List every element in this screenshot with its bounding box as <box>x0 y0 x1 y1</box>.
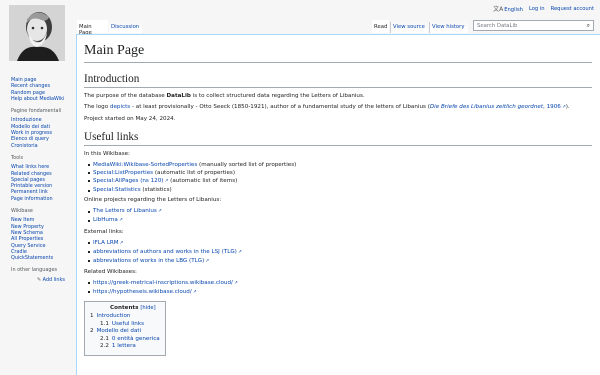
tab-view-history[interactable]: View history <box>430 20 468 33</box>
portrait-logo-icon <box>9 5 65 61</box>
list-item: https://hypotheseis.wikibase.cloud/↗ <box>88 288 600 297</box>
projects-list: The Letters of Libanius↗ LibHuma↗ <box>88 207 600 225</box>
section-heading-useful-links: Useful links <box>84 131 592 146</box>
toc-entry[interactable]: 2 Modello dei dati <box>90 328 160 336</box>
sidebar-item-help[interactable]: Help about MediaWiki <box>11 96 73 102</box>
sidebar-item-cronistoria[interactable]: Cronistoria <box>11 143 73 149</box>
site-logo[interactable] <box>9 5 65 61</box>
online-projects-label: Online projects regarding the Letters of… <box>84 197 222 204</box>
toc-title: Contents [hide] <box>110 305 156 312</box>
sidebar-navigation: Main page Recent changes Random page Hel… <box>11 77 73 102</box>
list-item: MediaWiki:Wikibase-SortedProperties (man… <box>88 161 600 169</box>
page-title: Main Page <box>84 43 592 63</box>
intro-paragraph-3: Project started on May 24, 2024. <box>84 116 176 122</box>
sidebar-item-quickstatements[interactable]: QuickStatements <box>11 255 73 261</box>
list-item: abbreviations of authors and works in th… <box>88 248 600 257</box>
pencil-icon: ✎ <box>37 276 42 283</box>
book-link[interactable]: Die Briefe des Libanius zeitlich geordne… <box>430 104 543 110</box>
add-links-button[interactable]: ✎ Add links <box>11 277 73 283</box>
related-wikibases-list: https://greek-metrical-inscriptions.wiki… <box>88 279 600 297</box>
toc-entry[interactable]: 1 Introduction <box>90 313 160 321</box>
list-item: abbreviations of works in the LBG (TLG)↗ <box>88 257 600 266</box>
list-item: Special:ListProperties (automatic list o… <box>88 169 600 177</box>
intro-paragraph-2: The logo depicts - at least provisionall… <box>84 104 570 110</box>
related-wikibases-label: Related Wikibases: <box>84 268 137 275</box>
toc-entry[interactable]: 1.1 Useful links <box>90 321 160 329</box>
toc-entry[interactable]: 2.2 1 lettera <box>90 343 160 351</box>
sidebar-heading-tools: Tools <box>11 154 24 161</box>
sidebar-wikibase: New Item New Property New Schema All Pro… <box>11 217 73 261</box>
sidebar-tools: What links here Related changes Special … <box>11 164 73 202</box>
search-input[interactable]: Search DataLib ⌕ <box>473 20 594 31</box>
external-links-label: External links: <box>84 228 124 235</box>
list-item: Special:AllPages (ns 120)↗ (automatic li… <box>88 177 600 186</box>
list-item: IFLA LRM↗ <box>88 239 600 248</box>
list-item: Special:Statistics (statistics) <box>88 186 600 194</box>
tab-discussion[interactable]: Discussion <box>109 20 142 33</box>
external-link-icon: ↗ <box>192 289 197 295</box>
sidebar: Main page Recent changes Random page Hel… <box>11 77 73 283</box>
main-content: Main Page Introduction The purpose of th… <box>76 34 600 375</box>
personal-tools: 文AEnglish Log in Request account <box>493 4 594 14</box>
external-links-list: IFLA LRM↗ abbreviations of authors and w… <box>88 239 600 266</box>
tab-read[interactable]: Read <box>372 20 389 33</box>
sidebar-heading-wikibase: Wikibase <box>11 208 33 215</box>
external-link-icon: ↗ <box>233 280 238 286</box>
tab-view-source[interactable]: View source <box>391 20 428 33</box>
list-item: The Letters of Libanius↗ <box>88 207 600 216</box>
external-link-icon: ↗ <box>205 258 210 264</box>
external-link-icon: ↗ <box>119 240 124 246</box>
toc-hide-toggle[interactable]: [hide] <box>140 305 155 311</box>
intro-paragraph-1: The purpose of the database DataLib is t… <box>84 93 365 99</box>
request-account-link[interactable]: Request account <box>551 6 594 12</box>
language-link[interactable]: 文AEnglish <box>493 4 523 13</box>
translate-icon: 文A <box>493 6 504 13</box>
sidebar-heading-pagine: Pagine fondamentali <box>11 108 62 115</box>
login-link[interactable]: Log in <box>529 6 545 12</box>
list-item: https://greek-metrical-inscriptions.wiki… <box>88 279 600 288</box>
sidebar-pagine: Introduzione Modello dei dati Work in pr… <box>11 117 73 148</box>
external-link-icon: ↗ <box>237 249 242 255</box>
toc-entry[interactable]: 2.1 0 entità generica <box>90 336 160 344</box>
table-of-contents: Contents [hide] 1 Introduction 1.1 Useful … <box>84 301 166 356</box>
depicts-link[interactable]: depicts <box>110 104 130 110</box>
wikibase-links-list: MediaWiki:Wikibase-SortedProperties (man… <box>88 161 600 194</box>
tab-main-page[interactable]: Main Page <box>77 20 108 36</box>
sidebar-item-page-information[interactable]: Page information <box>11 196 73 202</box>
list-item: LibHuma↗ <box>88 216 600 225</box>
external-link-icon: ↗ <box>118 218 123 224</box>
external-link-icon: ↗ <box>157 209 162 215</box>
sidebar-heading-languages: In other languages <box>11 267 57 274</box>
section-heading-introduction: Introduction <box>84 73 592 88</box>
search-icon[interactable]: ⌕ <box>587 22 590 30</box>
in-wikibase-label: In this Wikibase: <box>84 151 130 157</box>
